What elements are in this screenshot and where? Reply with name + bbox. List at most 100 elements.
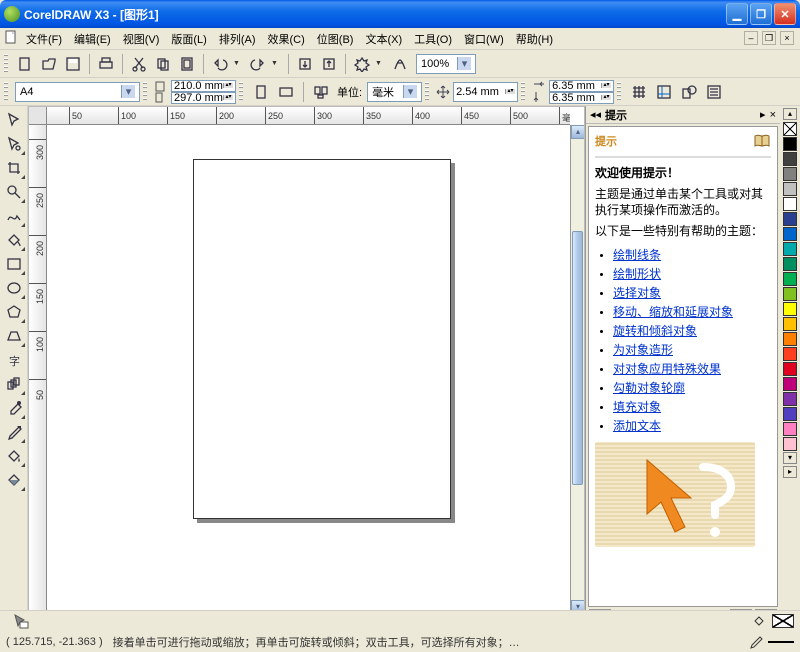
zoom-dropdown-icon[interactable]: ▾	[457, 57, 471, 70]
paste-button[interactable]	[176, 53, 198, 75]
mdi-close-button[interactable]: ×	[780, 31, 794, 45]
docker-close-icon[interactable]: ×	[770, 109, 776, 121]
ruler-origin[interactable]	[29, 107, 47, 125]
hints-topic-link[interactable]: 绘制线条	[613, 248, 661, 262]
welcome-screen-button[interactable]	[389, 53, 411, 75]
color-swatch[interactable]	[783, 332, 797, 346]
freehand-tool[interactable]	[2, 204, 26, 228]
app-launcher-button[interactable]	[351, 53, 373, 75]
interactive-fill-tool[interactable]	[2, 468, 26, 492]
color-swatch[interactable]	[783, 272, 797, 286]
snap-to-objects-button[interactable]	[678, 81, 700, 103]
options-button[interactable]	[703, 81, 725, 103]
menu-file[interactable]: 文件(F)	[20, 28, 68, 49]
snap-to-guides-button[interactable]	[653, 81, 675, 103]
export-button[interactable]	[318, 53, 340, 75]
menu-window[interactable]: 窗口(W)	[458, 28, 510, 49]
color-swatch[interactable]	[783, 407, 797, 421]
hints-topic-link[interactable]: 移动、缩放和延展对象	[613, 305, 733, 319]
text-tool[interactable]: 字	[2, 348, 26, 372]
open-button[interactable]	[38, 53, 60, 75]
book-icon[interactable]	[753, 133, 771, 152]
snap-to-grid-button[interactable]	[628, 81, 650, 103]
minimize-button[interactable]: ▁	[726, 3, 748, 25]
outline-tool[interactable]	[2, 420, 26, 444]
mdi-restore-button[interactable]: ❐	[762, 31, 776, 45]
menu-arrange[interactable]: 排列(A)	[213, 28, 262, 49]
hints-topic-link[interactable]: 为对象造形	[613, 343, 673, 357]
color-swatch[interactable]	[783, 182, 797, 196]
drawing-area[interactable]	[47, 125, 570, 614]
color-swatch[interactable]	[783, 347, 797, 361]
menu-layout[interactable]: 版面(L)	[165, 28, 212, 49]
no-fill-swatch[interactable]	[783, 122, 797, 136]
color-swatch[interactable]	[783, 137, 797, 151]
color-swatch[interactable]	[783, 437, 797, 451]
color-swatch[interactable]	[783, 362, 797, 376]
page-height-input[interactable]: 297.0 mm▴▾	[171, 92, 236, 104]
color-swatch[interactable]	[783, 287, 797, 301]
menu-help[interactable]: 帮助(H)	[510, 28, 559, 49]
color-swatch[interactable]	[783, 242, 797, 256]
fill-indicator[interactable]	[752, 614, 794, 628]
print-button[interactable]	[95, 53, 117, 75]
menu-effects[interactable]: 效果(C)	[262, 28, 311, 49]
vscroll-up-button[interactable]: ▴	[571, 125, 585, 139]
basic-shapes-tool[interactable]	[2, 324, 26, 348]
nudge-distance-input[interactable]: 2.54 mm▴▾	[453, 82, 518, 102]
color-swatch[interactable]	[783, 152, 797, 166]
duplicate-x-input[interactable]: 6.35 mm▴▾	[549, 80, 614, 92]
docker-collapse-icon[interactable]: ◂◂	[590, 108, 601, 121]
color-swatch[interactable]	[783, 392, 797, 406]
landscape-button[interactable]	[275, 81, 297, 103]
duplicate-y-input[interactable]: 6.35 mm▴▾	[549, 92, 614, 104]
menu-tools[interactable]: 工具(O)	[408, 28, 458, 49]
color-swatch[interactable]	[783, 227, 797, 241]
all-pages-button[interactable]	[310, 81, 332, 103]
interactive-blend-tool[interactable]	[2, 372, 26, 396]
outline-indicator[interactable]	[748, 635, 794, 649]
mdi-minimize-button[interactable]: –	[744, 31, 758, 45]
undo-dropdown[interactable]: ▼	[233, 60, 245, 67]
pick-tool[interactable]	[2, 108, 26, 132]
import-button[interactable]	[294, 53, 316, 75]
menu-bitmap[interactable]: 位图(B)	[311, 28, 360, 49]
rectangle-tool[interactable]	[2, 252, 26, 276]
redo-dropdown[interactable]: ▼	[271, 60, 283, 67]
fill-tool[interactable]	[2, 444, 26, 468]
zoom-tool[interactable]	[2, 180, 26, 204]
close-button[interactable]: ✕	[774, 3, 796, 25]
cut-button[interactable]	[128, 53, 150, 75]
hints-topic-link[interactable]: 填充对象	[613, 400, 661, 414]
dropdown-icon[interactable]: ▾	[403, 85, 417, 98]
hints-topic-link[interactable]: 对对象应用特殊效果	[613, 362, 721, 376]
zoom-level-field[interactable]: 100% ▾	[416, 54, 476, 74]
dropdown-icon[interactable]: ▾	[121, 85, 135, 98]
vscroll-thumb[interactable]	[572, 231, 583, 485]
eyedropper-tool[interactable]	[2, 396, 26, 420]
app-launcher-dropdown[interactable]: ▼	[375, 60, 387, 67]
menu-text[interactable]: 文本(X)	[359, 28, 408, 49]
color-swatch[interactable]	[783, 422, 797, 436]
save-button[interactable]	[62, 53, 84, 75]
color-swatch[interactable]	[783, 197, 797, 211]
color-swatch[interactable]	[783, 212, 797, 226]
copy-button[interactable]	[152, 53, 174, 75]
palette-scroll-up[interactable]: ▴	[783, 108, 797, 120]
vscroll-track[interactable]	[571, 139, 584, 600]
color-swatch[interactable]	[783, 257, 797, 271]
horizontal-ruler[interactable]: 50100150200250300350400450500毫米	[47, 107, 570, 125]
vertical-ruler[interactable]: 30025020015010050	[29, 125, 47, 614]
hints-topic-link[interactable]: 添加文本	[613, 419, 661, 433]
menu-edit[interactable]: 编辑(E)	[68, 28, 117, 49]
redo-button[interactable]	[247, 53, 269, 75]
undo-button[interactable]	[209, 53, 231, 75]
docker-menu-icon[interactable]: ▸	[760, 108, 766, 121]
color-swatch[interactable]	[783, 302, 797, 316]
crop-tool[interactable]	[2, 156, 26, 180]
hints-topic-link[interactable]: 旋转和倾斜对象	[613, 324, 697, 338]
hints-topic-link[interactable]: 勾勒对象轮廓	[613, 381, 685, 395]
hints-topic-link[interactable]: 绘制形状	[613, 267, 661, 281]
docker-titlebar[interactable]: ◂◂ 提示 ▸ ×	[586, 106, 780, 124]
new-button[interactable]	[14, 53, 36, 75]
